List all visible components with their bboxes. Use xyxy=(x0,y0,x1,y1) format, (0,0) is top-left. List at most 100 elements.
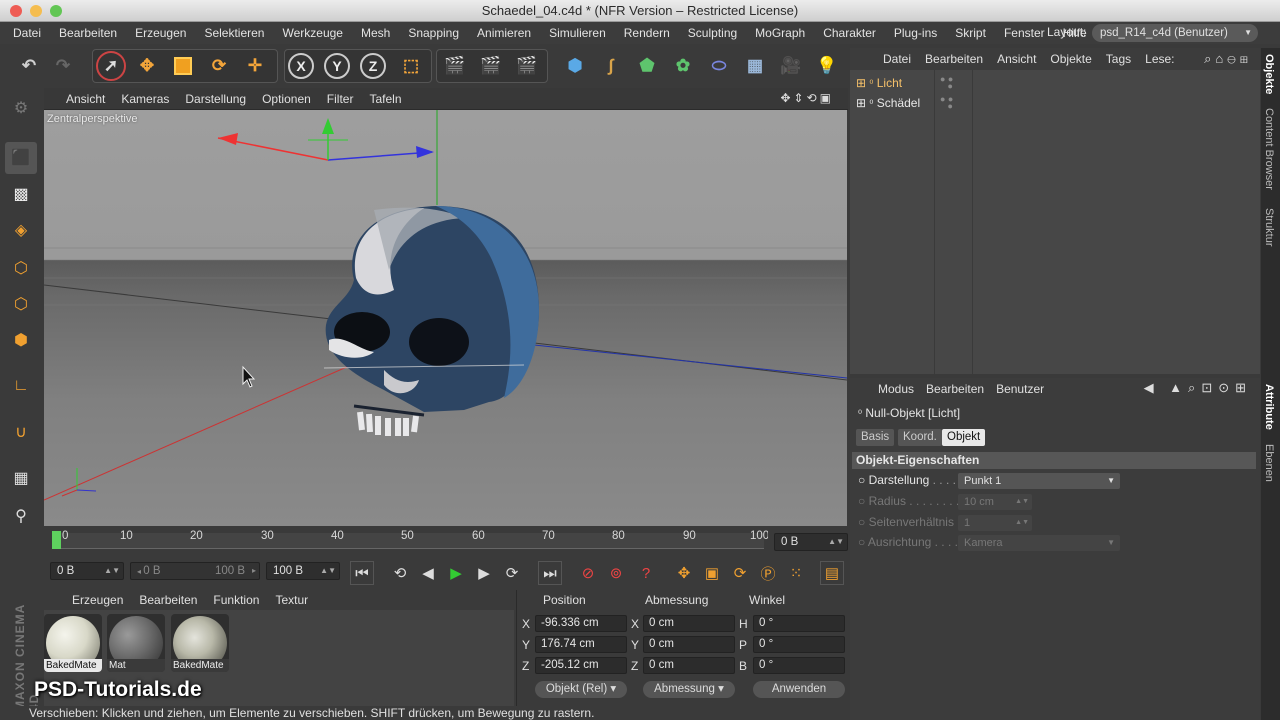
start-frame-field[interactable]: 0 B ▲▼ xyxy=(50,562,124,580)
menu-erzeugen[interactable]: Erzeugen xyxy=(126,26,195,40)
side-tab-attribute[interactable]: Attribute xyxy=(1263,384,1275,430)
go-to-start-icon[interactable]: ⏮ xyxy=(350,561,374,585)
gizmo-z-arrow[interactable] xyxy=(416,146,434,158)
menu-charakter[interactable]: Charakter xyxy=(814,26,885,40)
gizmo-x-arrow[interactable] xyxy=(218,133,238,145)
live-selection-icon[interactable]: ➚ xyxy=(96,51,126,81)
side-tab-objekte[interactable]: Objekte xyxy=(1263,54,1275,94)
previous-frame-icon[interactable]: ◀ xyxy=(416,561,440,585)
material-menu-funktion[interactable]: Funktion xyxy=(205,593,267,607)
previous-key-icon[interactable]: ⟲ xyxy=(388,561,412,585)
attribute-menu-benutzer[interactable]: Benutzer xyxy=(990,382,1050,396)
tab-basis[interactable]: Basis xyxy=(856,429,895,446)
object-menu-datei[interactable]: Datei xyxy=(876,52,918,66)
render-view-icon[interactable]: 🎬 xyxy=(440,51,470,81)
minimize-window-button[interactable] xyxy=(30,5,42,17)
record-active-icon[interactable]: ⊘ xyxy=(576,561,600,585)
skull-model[interactable] xyxy=(325,206,539,436)
floor-icon[interactable]: ▦ xyxy=(740,51,770,81)
playhead[interactable] xyxy=(52,531,61,549)
side-tab-struktur[interactable]: Struktur xyxy=(1263,208,1275,247)
stepper-icon[interactable]: ▲▼ xyxy=(104,563,120,579)
make-editable-icon[interactable]: ⚙ xyxy=(5,92,37,124)
snap-grid-icon[interactable]: ▦ xyxy=(5,462,37,494)
ausrichtung-select[interactable]: Kamera ▼ xyxy=(958,535,1120,551)
keyframe-selection-icon[interactable]: ? xyxy=(634,561,658,585)
position-x-field[interactable]: -96.336 cm xyxy=(535,615,627,632)
size-x-field[interactable]: 0 cm xyxy=(643,615,735,632)
zoom-window-button[interactable] xyxy=(50,5,62,17)
viewport-navigation-icons[interactable]: ✥⇕⟲▣ xyxy=(780,91,834,105)
menu-mograph[interactable]: MoGraph xyxy=(746,26,814,40)
menu-selektieren[interactable]: Selektieren xyxy=(195,26,273,40)
seitenverhaeltnis-field[interactable]: 1 ▲▼ xyxy=(958,515,1032,531)
3d-viewport[interactable] xyxy=(44,110,847,526)
viewport-menu-filter[interactable]: Filter xyxy=(319,92,362,106)
size-y-field[interactable]: 0 cm xyxy=(643,636,735,653)
next-frame-icon[interactable]: ▶ xyxy=(472,561,496,585)
rotation-h-field[interactable]: 0 ° xyxy=(753,615,845,632)
gizmo-z-axis[interactable] xyxy=(327,151,433,161)
tab-koord[interactable]: Koord. xyxy=(898,429,942,446)
key-position-icon[interactable]: ✥ xyxy=(672,561,696,585)
camera-icon[interactable]: 🎥 xyxy=(776,51,806,81)
texture-mode-icon[interactable]: ▩ xyxy=(5,178,37,210)
darstellung-select[interactable]: Punkt 1 ▼ xyxy=(958,473,1120,489)
material-menu-textur[interactable]: Textur xyxy=(267,593,316,607)
menu-mesh[interactable]: Mesh xyxy=(352,26,399,40)
menu-werkzeuge[interactable]: Werkzeuge xyxy=(273,26,351,40)
layout-select[interactable]: psd_R14_c4d (Benutzer) ▼ xyxy=(1092,24,1258,42)
tab-objekt[interactable]: Objekt xyxy=(942,429,986,446)
menu-skript[interactable]: Skript xyxy=(946,26,995,40)
end-frame-field[interactable]: 100 B ▲▼ xyxy=(266,562,340,580)
stepper-icon[interactable]: ▲▼ xyxy=(828,534,844,550)
visibility-dots-icon[interactable]: ● ● ● xyxy=(940,75,953,91)
object-menu-bearbeiten[interactable]: Bearbeiten xyxy=(918,52,990,66)
radio-icon[interactable]: ○ xyxy=(858,535,865,549)
menu-plugins[interactable]: Plug-ins xyxy=(885,26,946,40)
points-mode-icon[interactable]: ⬡ xyxy=(5,252,37,284)
render-picture-viewer-icon[interactable]: 🎬 xyxy=(476,51,506,81)
size-z-field[interactable]: 0 cm xyxy=(643,657,735,674)
object-row-licht[interactable]: ⊞ ⁰ Licht xyxy=(856,74,936,92)
rotate-tool-icon[interactable]: ⟳ xyxy=(204,51,234,81)
key-parameter-icon[interactable]: Ⓟ xyxy=(756,561,780,585)
material-item[interactable]: Mat xyxy=(107,614,165,672)
menu-fenster[interactable]: Fenster xyxy=(995,26,1054,40)
mograph-cloner-icon[interactable]: ✿ xyxy=(668,51,698,81)
deformer-icon[interactable]: ⬭ xyxy=(704,51,734,81)
object-menu-objekte[interactable]: Objekte xyxy=(1043,52,1098,66)
rotation-b-field[interactable]: 0 ° xyxy=(753,657,845,674)
current-frame-field[interactable]: 0 B ▲▼ xyxy=(774,533,848,551)
close-window-button[interactable] xyxy=(10,5,22,17)
side-tab-content-browser[interactable]: Content Browser xyxy=(1263,108,1275,190)
viewport-menu-optionen[interactable]: Optionen xyxy=(254,92,319,106)
model-mode-icon[interactable]: ⬛ xyxy=(5,142,37,174)
viewport-menu-kameras[interactable]: Kameras xyxy=(113,92,177,106)
apply-button[interactable]: Anwenden xyxy=(753,681,845,698)
key-rotation-icon[interactable]: ⟳ xyxy=(728,561,752,585)
attribute-menu-modus[interactable]: Modus xyxy=(872,382,920,396)
spline-icon[interactable]: ∫ xyxy=(596,51,626,81)
render-settings-icon[interactable]: 🎬 xyxy=(512,51,542,81)
key-scale-icon[interactable]: ▣ xyxy=(700,561,724,585)
stepper-icon[interactable]: ▲▼ xyxy=(320,563,336,579)
timeline-window-icon[interactable]: ▤ xyxy=(820,561,844,585)
scale-tool-icon[interactable] xyxy=(168,51,198,81)
radio-icon[interactable]: ○ xyxy=(858,515,865,529)
autokey-icon[interactable]: ⊚ xyxy=(604,561,628,585)
viewport-menu-darstellung[interactable]: Darstellung xyxy=(177,92,254,106)
menu-sculpting[interactable]: Sculpting xyxy=(679,26,746,40)
object-row-schaedel[interactable]: ⊞ ⁰ Schädel xyxy=(856,94,936,112)
preview-range-field[interactable]: ◂ 0 B 100 B ▸ xyxy=(130,562,260,580)
gizmo-y-arrow[interactable] xyxy=(322,118,334,134)
redo-button[interactable]: ↷ xyxy=(48,51,78,81)
timeline[interactable]: 0 10 20 30 40 50 60 70 80 90 100 0 B ▲▼ xyxy=(44,528,848,556)
radio-icon[interactable]: ○ xyxy=(858,494,865,508)
menu-snapping[interactable]: Snapping xyxy=(399,26,468,40)
menu-simulieren[interactable]: Simulieren xyxy=(540,26,615,40)
rotation-p-field[interactable]: 0 ° xyxy=(753,636,845,653)
attribute-menu-bearbeiten[interactable]: Bearbeiten xyxy=(920,382,990,396)
light-icon[interactable]: 💡 xyxy=(812,51,842,81)
radio-icon[interactable]: ○ xyxy=(858,473,865,487)
